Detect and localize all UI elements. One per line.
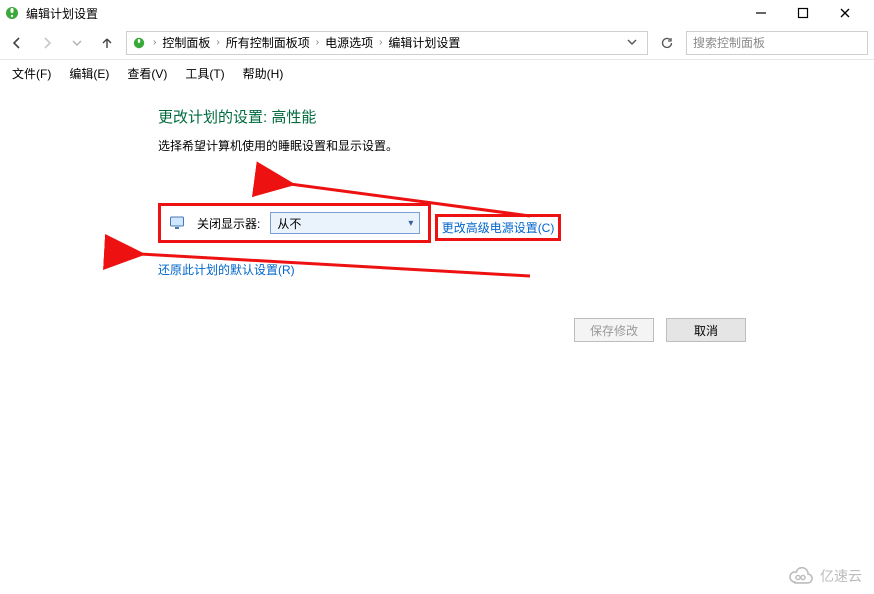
menu-file[interactable]: 文件(F) <box>12 65 51 82</box>
advanced-link-highlight: 更改高级电源设置(C) <box>435 214 562 241</box>
app-icon <box>4 5 20 21</box>
chevron-right-icon: › <box>377 37 384 48</box>
search-input[interactable]: 搜索控制面板 <box>686 31 868 55</box>
refresh-button[interactable] <box>656 32 678 54</box>
forward-button[interactable] <box>36 32 58 54</box>
footer-buttons: 保存修改 取消 <box>574 318 746 342</box>
select-value: 从不 <box>277 215 301 232</box>
navbar: › 控制面板 › 所有控制面板项 › 电源选项 › 编辑计划设置 搜索控制面板 <box>0 26 874 60</box>
chevron-down-icon: ▾ <box>408 218 413 229</box>
crumb-control-panel[interactable]: 控制面板 <box>162 34 210 51</box>
watermark: 亿速云 <box>788 566 862 586</box>
close-button[interactable] <box>836 4 854 22</box>
window-title: 编辑计划设置 <box>26 5 98 22</box>
maximize-button[interactable] <box>794 4 812 22</box>
chevron-right-icon: › <box>151 37 158 48</box>
page-title: 更改计划的设置: 高性能 <box>158 106 874 127</box>
breadcrumb[interactable]: › 控制面板 › 所有控制面板项 › 电源选项 › 编辑计划设置 <box>126 31 648 55</box>
content: 更改计划的设置: 高性能 选择希望计算机使用的睡眠设置和显示设置。 关闭显示器:… <box>0 86 874 278</box>
cloud-icon <box>788 567 814 585</box>
control-panel-icon <box>131 35 147 51</box>
watermark-label: 亿速云 <box>820 566 862 586</box>
chevron-right-icon: › <box>214 37 221 48</box>
turn-off-display-select[interactable]: 从不 ▾ <box>270 212 420 234</box>
change-advanced-settings-link[interactable]: 更改高级电源设置(C) <box>442 221 555 235</box>
chevron-right-icon: › <box>314 37 321 48</box>
minimize-button[interactable] <box>752 4 770 22</box>
menu-help[interactable]: 帮助(H) <box>243 65 284 82</box>
menubar: 文件(F) 编辑(E) 查看(V) 工具(T) 帮助(H) <box>0 60 874 86</box>
back-button[interactable] <box>6 32 28 54</box>
restore-defaults-link[interactable]: 还原此计划的默认设置(R) <box>158 261 295 278</box>
up-button[interactable] <box>96 32 118 54</box>
address-dropdown-icon[interactable] <box>621 36 643 50</box>
search-placeholder: 搜索控制面板 <box>693 34 765 51</box>
crumb-power-options[interactable]: 电源选项 <box>325 34 373 51</box>
save-button[interactable]: 保存修改 <box>574 318 654 342</box>
menu-tools[interactable]: 工具(T) <box>185 65 224 82</box>
page-subtext: 选择希望计算机使用的睡眠设置和显示设置。 <box>158 137 874 154</box>
window-controls <box>752 4 870 22</box>
monitor-icon <box>169 214 187 232</box>
crumb-all-items[interactable]: 所有控制面板项 <box>226 34 310 51</box>
menu-edit[interactable]: 编辑(E) <box>69 65 109 82</box>
crumb-edit-plan[interactable]: 编辑计划设置 <box>388 34 460 51</box>
turn-off-display-row: 关闭显示器: 从不 ▾ <box>158 203 431 243</box>
titlebar: 编辑计划设置 <box>0 0 874 26</box>
turn-off-display-label: 关闭显示器: <box>197 215 260 232</box>
recent-dropdown-icon[interactable] <box>66 32 88 54</box>
menu-view[interactable]: 查看(V) <box>127 65 167 82</box>
cancel-button[interactable]: 取消 <box>666 318 746 342</box>
